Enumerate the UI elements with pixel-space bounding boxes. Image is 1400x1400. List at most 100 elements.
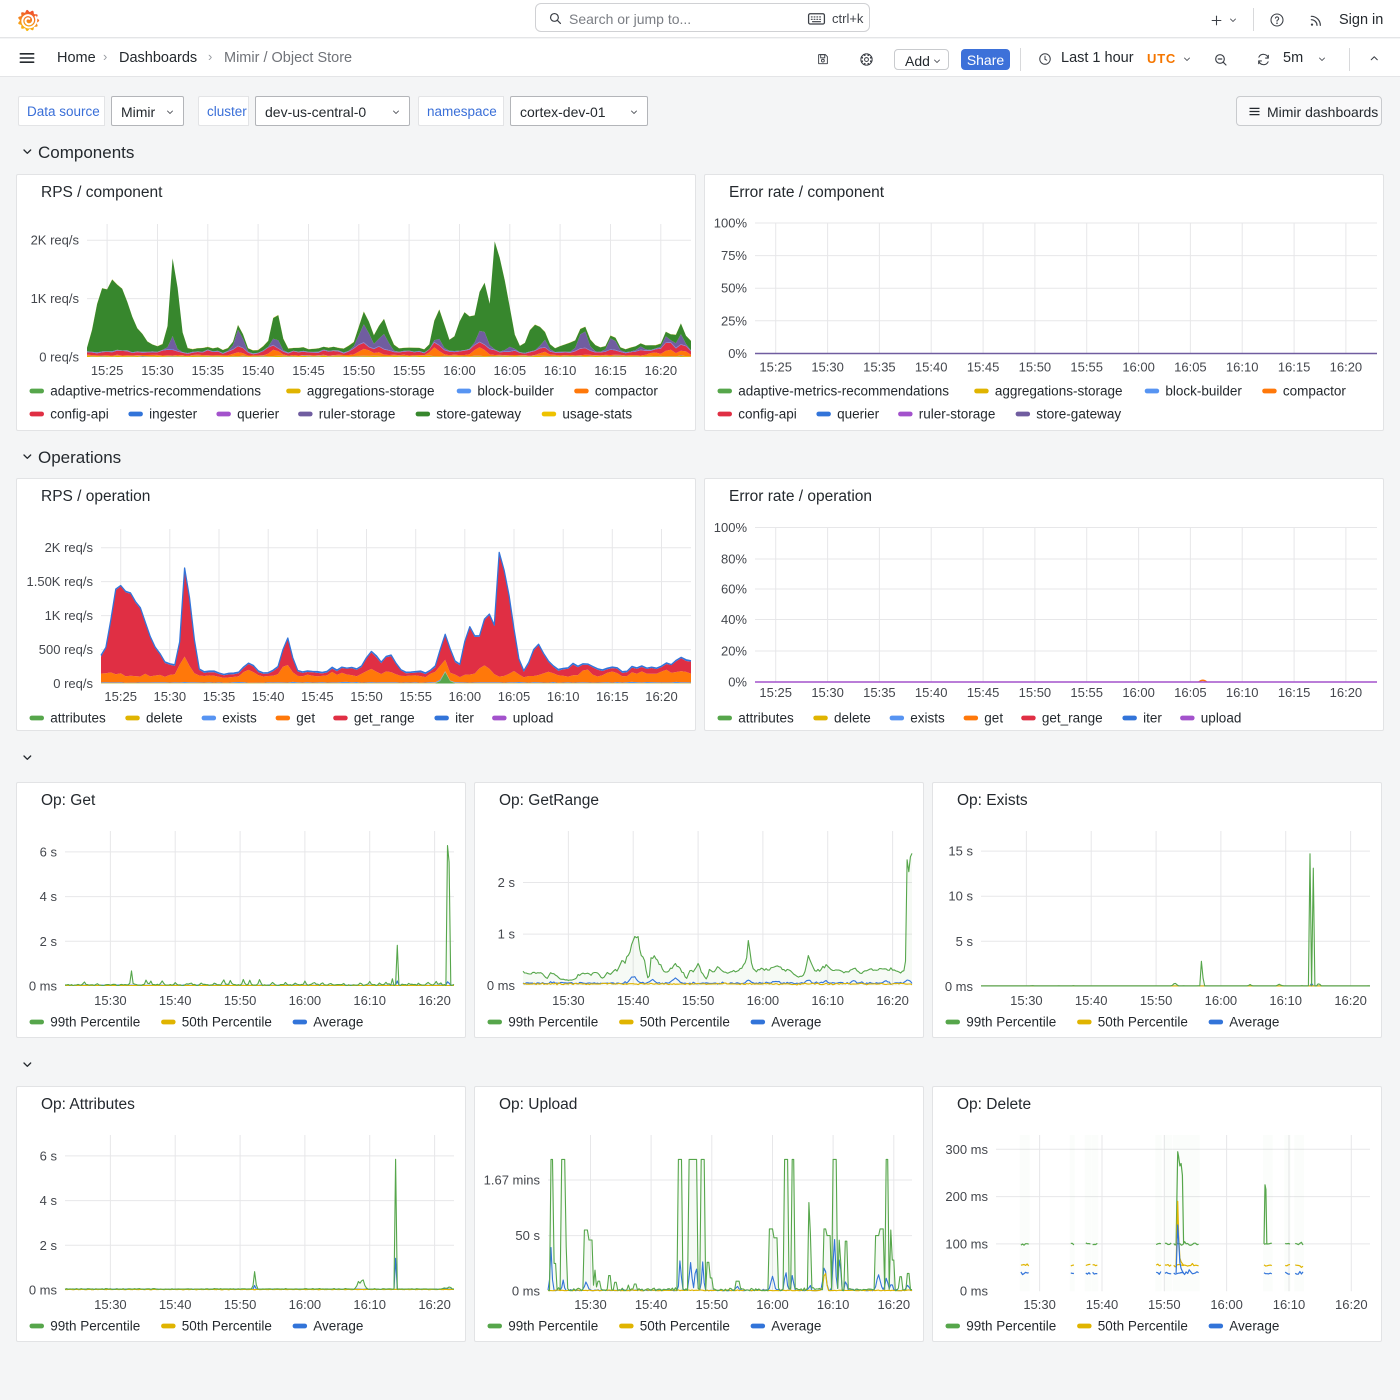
svg-text:ruler-storage: ruler-storage [319,407,396,422]
svg-text:16:20: 16:20 [1330,360,1363,375]
svg-text:20%: 20% [721,644,747,659]
svg-text:block-builder: block-builder [1165,384,1242,399]
svg-text:99th Percentile: 99th Percentile [50,1015,140,1030]
svg-text:15:45: 15:45 [967,360,1000,375]
svg-text:50th Percentile: 50th Percentile [182,1015,272,1030]
svg-text:0 ms: 0 ms [29,979,58,994]
svg-text:15:40: 15:40 [915,685,948,700]
svg-text:16:00: 16:00 [756,1297,789,1312]
svg-text:16:05: 16:05 [498,689,531,704]
svg-text:16:20: 16:20 [1330,685,1363,700]
svg-text:16:00: 16:00 [747,993,780,1008]
svg-text:block-builder: block-builder [477,384,554,399]
svg-text:16:10: 16:10 [547,689,580,704]
svg-text:15:35: 15:35 [192,363,225,378]
svg-text:15:50: 15:50 [1140,993,1173,1008]
svg-text:1.50K req/s: 1.50K req/s [27,574,94,589]
svg-text:15:40: 15:40 [159,993,192,1008]
svg-text:aggregations-storage: aggregations-storage [995,384,1123,399]
svg-text:16:20: 16:20 [1334,993,1367,1008]
svg-text:15:55: 15:55 [393,363,426,378]
svg-text:0 ms: 0 ms [487,978,516,993]
svg-text:Average: Average [771,1319,821,1334]
svg-text:upload: upload [513,711,554,726]
svg-text:15:55: 15:55 [399,689,432,704]
svg-text:Average: Average [1229,1319,1279,1334]
svg-text:100 ms: 100 ms [945,1236,988,1251]
svg-text:iter: iter [1143,711,1162,726]
svg-text:50 s: 50 s [515,1228,540,1243]
svg-text:16:00: 16:00 [1210,1297,1243,1312]
svg-text:get_range: get_range [1042,711,1103,726]
svg-text:16:20: 16:20 [1335,1297,1368,1312]
svg-text:15:45: 15:45 [967,685,1000,700]
svg-text:16:15: 16:15 [596,689,629,704]
svg-text:15:45: 15:45 [301,689,334,704]
svg-text:16:10: 16:10 [353,993,386,1008]
svg-text:1 s: 1 s [498,927,516,942]
svg-text:100%: 100% [714,520,748,535]
svg-text:compactor: compactor [1283,384,1347,399]
svg-text:15:50: 15:50 [350,689,383,704]
svg-text:1K req/s: 1K req/s [31,291,80,306]
svg-text:config-api: config-api [738,407,797,422]
svg-text:usage-stats: usage-stats [562,407,632,422]
svg-text:15:30: 15:30 [1010,993,1043,1008]
svg-text:16:00: 16:00 [289,993,322,1008]
svg-text:2K req/s: 2K req/s [45,540,94,555]
svg-text:15:50: 15:50 [343,363,376,378]
svg-text:16:15: 16:15 [1278,685,1311,700]
svg-text:delete: delete [146,711,183,726]
svg-text:0 ms: 0 ms [29,1283,58,1298]
svg-text:16:05: 16:05 [1174,360,1207,375]
svg-text:15:25: 15:25 [104,689,137,704]
svg-text:15:40: 15:40 [1086,1297,1119,1312]
svg-text:2 s: 2 s [40,1238,58,1253]
svg-text:aggregations-storage: aggregations-storage [307,384,435,399]
svg-text:15:30: 15:30 [154,689,187,704]
svg-text:15 s: 15 s [948,844,973,859]
svg-text:15:25: 15:25 [759,360,792,375]
svg-text:16:20: 16:20 [645,363,678,378]
svg-text:exists: exists [910,711,945,726]
svg-text:15:55: 15:55 [1070,685,1103,700]
svg-text:16:20: 16:20 [418,1297,451,1312]
svg-text:99th Percentile: 99th Percentile [966,1319,1056,1334]
svg-text:ruler-storage: ruler-storage [919,407,996,422]
svg-text:16:05: 16:05 [1174,685,1207,700]
svg-text:Average: Average [771,1015,821,1030]
svg-text:15:25: 15:25 [759,685,792,700]
svg-text:config-api: config-api [50,407,109,422]
svg-text:2 s: 2 s [498,875,516,890]
svg-text:16:20: 16:20 [418,993,451,1008]
svg-text:15:50: 15:50 [1148,1297,1181,1312]
svg-text:10 s: 10 s [948,889,973,904]
svg-text:15:30: 15:30 [811,685,844,700]
svg-text:15:30: 15:30 [94,1297,127,1312]
svg-text:80%: 80% [721,552,747,567]
svg-text:1K req/s: 1K req/s [45,608,94,623]
svg-text:100%: 100% [714,216,748,231]
svg-text:4 s: 4 s [40,1193,58,1208]
svg-text:15:50: 15:50 [696,1297,729,1312]
svg-text:6 s: 6 s [40,1148,58,1163]
svg-text:60%: 60% [721,582,747,597]
svg-text:16:00: 16:00 [289,1297,322,1312]
svg-text:15:50: 15:50 [682,993,715,1008]
svg-text:get: get [984,711,1003,726]
svg-text:50th Percentile: 50th Percentile [640,1015,730,1030]
svg-text:ingester: ingester [149,407,198,422]
svg-text:50%: 50% [721,281,747,296]
svg-text:16:10: 16:10 [1226,685,1259,700]
svg-text:0 req/s: 0 req/s [53,676,93,691]
svg-text:upload: upload [1201,711,1242,726]
svg-text:15:40: 15:40 [635,1297,668,1312]
svg-text:2K req/s: 2K req/s [31,233,80,248]
svg-text:99th Percentile: 99th Percentile [508,1015,598,1030]
svg-text:15:30: 15:30 [94,993,127,1008]
svg-text:15:40: 15:40 [1075,993,1108,1008]
svg-text:99th Percentile: 99th Percentile [50,1319,140,1334]
svg-text:15:30: 15:30 [1023,1297,1056,1312]
svg-text:0 ms: 0 ms [512,1284,541,1299]
svg-text:16:00: 16:00 [1122,360,1155,375]
